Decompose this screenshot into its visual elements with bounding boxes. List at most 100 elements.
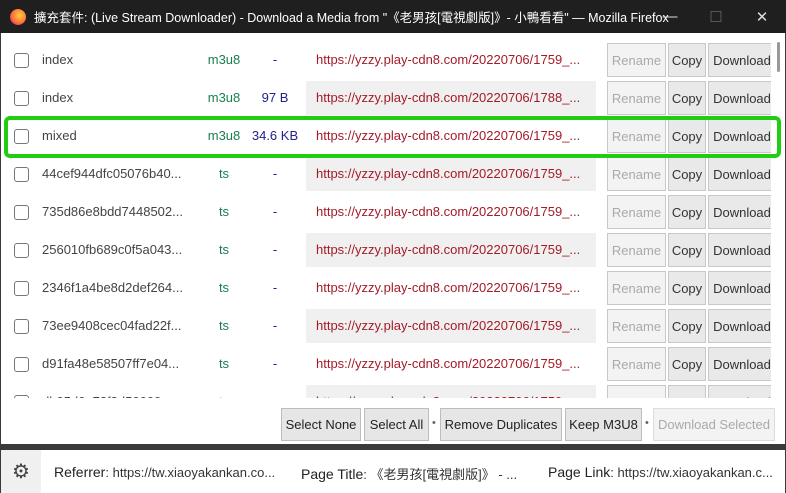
table-row: d91fa48e58507ff7e04... ts - https://yzzy…: [1, 345, 771, 383]
download-button[interactable]: Download: [708, 347, 771, 381]
referrer-info: Referrer: https://tw.xiaoyakankan.co...: [54, 464, 275, 480]
file-name: index: [42, 52, 74, 67]
row-checkbox[interactable]: [14, 281, 29, 296]
file-type: ts: [218, 242, 230, 257]
row-checkbox[interactable]: [14, 357, 29, 372]
table-row: 256010fb689c0f5a043... ts - https://yzzy…: [1, 231, 771, 269]
page-link-info: Page Link: https://tw.xiaoyakankan.c...: [548, 464, 773, 480]
file-url: https://yzzy.play-cdn8.com/20220706/1759…: [316, 356, 581, 371]
rename-button[interactable]: Rename: [607, 385, 666, 398]
file-url: https://yzzy.play-cdn8.com/20220706/1759…: [316, 52, 581, 67]
table-row: index m3u8 - https://yzzy.play-cdn8.com/…: [1, 41, 771, 79]
media-list: index m3u8 - https://yzzy.play-cdn8.com/…: [1, 41, 771, 398]
row-checkbox[interactable]: [14, 129, 29, 144]
download-button[interactable]: Download: [708, 195, 771, 229]
page-link-value: : https://tw.xiaoyakankan.c...: [610, 465, 773, 480]
file-type: ts: [218, 204, 230, 219]
copy-button[interactable]: Copy: [668, 347, 706, 381]
file-name: db05d0e73f3d50000...: [42, 394, 192, 398]
file-size: -: [272, 166, 278, 181]
table-row: db05d0e73f3d50000... ts - https://yzzy.p…: [1, 383, 771, 398]
download-button[interactable]: Download: [708, 81, 771, 115]
row-checkbox[interactable]: [14, 91, 29, 106]
file-url: https://yzzy.play-cdn8.com/20220706/1759…: [316, 280, 581, 295]
row-checkbox[interactable]: [14, 395, 29, 398]
copy-button[interactable]: Copy: [668, 195, 706, 229]
copy-button[interactable]: Copy: [668, 81, 706, 115]
copy-button[interactable]: Copy: [668, 43, 706, 77]
download-selected-button[interactable]: Download Selected: [653, 408, 775, 441]
table-row: index m3u8 97 B https://yzzy.play-cdn8.c…: [1, 79, 771, 117]
copy-button[interactable]: Copy: [668, 157, 706, 191]
rename-button[interactable]: Rename: [607, 43, 666, 77]
referrer-value: : https://tw.xiaoyakankan.co...: [105, 465, 276, 480]
rename-button[interactable]: Rename: [607, 119, 666, 153]
copy-button[interactable]: Copy: [668, 385, 706, 398]
table-row: mixed m3u8 34.6 KB https://yzzy.play-cdn…: [1, 117, 771, 155]
select-none-button[interactable]: Select None: [281, 408, 361, 441]
window-title: 擴充套件: (Live Stream Downloader) - Downloa…: [34, 11, 669, 25]
file-url: https://yzzy.play-cdn8.com/20220706/1788…: [306, 81, 596, 115]
file-name: 44cef944dfc05076b40...: [42, 166, 182, 181]
row-checkbox[interactable]: [14, 243, 29, 258]
rename-button[interactable]: Rename: [607, 195, 666, 229]
scrollbar[interactable]: [777, 42, 780, 72]
referrer-label: Referrer: [54, 464, 106, 480]
download-button[interactable]: Download: [708, 309, 771, 343]
table-row: 44cef944dfc05076b40... ts - https://yzzy…: [1, 155, 771, 193]
download-button[interactable]: Download: [708, 233, 771, 267]
row-checkbox[interactable]: [14, 205, 29, 220]
separator: •: [645, 417, 649, 429]
file-name: 256010fb689c0f5a043...: [42, 242, 183, 257]
file-size: -: [272, 242, 278, 257]
file-name: 2346f1a4be8d2def264...: [42, 280, 183, 295]
copy-button[interactable]: Copy: [668, 309, 706, 343]
rename-button[interactable]: Rename: [607, 347, 666, 381]
title-bar: 擴充套件: (Live Stream Downloader) - Downloa…: [0, 0, 786, 33]
rename-button[interactable]: Rename: [607, 81, 666, 115]
copy-button[interactable]: Copy: [668, 233, 706, 267]
select-all-button[interactable]: Select All: [364, 408, 429, 441]
file-type: m3u8: [207, 52, 241, 67]
maximize-button[interactable]: ☐: [696, 0, 736, 33]
download-button[interactable]: Download: [708, 157, 771, 191]
download-button[interactable]: Download: [708, 119, 771, 153]
file-size: 34.6 KB: [251, 128, 299, 143]
footer: ⚙ Referrer: https://tw.xiaoyakankan.co..…: [1, 450, 785, 493]
table-row: 2346f1a4be8d2def264... ts - https://yzzy…: [1, 269, 771, 307]
copy-button[interactable]: Copy: [668, 119, 706, 153]
file-url: https://yzzy.play-cdn8.com/20220706/1759…: [306, 309, 596, 343]
copy-button[interactable]: Copy: [668, 271, 706, 305]
file-size: -: [272, 318, 278, 333]
row-checkbox[interactable]: [14, 319, 29, 334]
file-type: ts: [218, 280, 230, 295]
rename-button[interactable]: Rename: [607, 271, 666, 305]
row-checkbox[interactable]: [14, 53, 29, 68]
file-url: https://yzzy.play-cdn8.com/20220706/1759…: [316, 128, 581, 143]
file-type: ts: [218, 318, 230, 333]
remove-duplicates-button[interactable]: Remove Duplicates: [440, 408, 562, 441]
download-button[interactable]: Download: [708, 43, 771, 77]
download-button[interactable]: Download: [708, 385, 771, 398]
file-name: 73ee9408cec04fad22f...: [42, 318, 182, 333]
table-row: 735d86e8bdd7448502... ts - https://yzzy.…: [1, 193, 771, 231]
file-url: https://yzzy.play-cdn8.com/20220706/1759…: [306, 233, 596, 267]
file-size: 97 B: [261, 90, 289, 105]
rename-button[interactable]: Rename: [607, 233, 666, 267]
file-size: -: [272, 204, 278, 219]
file-name: d91fa48e58507ff7e04...: [42, 356, 180, 371]
file-name: index: [42, 90, 74, 105]
row-checkbox[interactable]: [14, 167, 29, 182]
gear-icon[interactable]: ⚙: [1, 450, 41, 493]
minimize-button[interactable]: —: [650, 0, 690, 33]
rename-button[interactable]: Rename: [607, 157, 666, 191]
page-link-label: Page Link: [548, 464, 611, 480]
file-type: ts: [191, 394, 257, 398]
download-button[interactable]: Download: [708, 271, 771, 305]
rename-button[interactable]: Rename: [607, 309, 666, 343]
file-size: -: [272, 52, 278, 67]
file-type: m3u8: [207, 128, 241, 143]
file-type: m3u8: [207, 90, 241, 105]
keep-m3u8-button[interactable]: Keep M3U8: [565, 408, 642, 441]
close-button[interactable]: ✕: [742, 0, 782, 33]
